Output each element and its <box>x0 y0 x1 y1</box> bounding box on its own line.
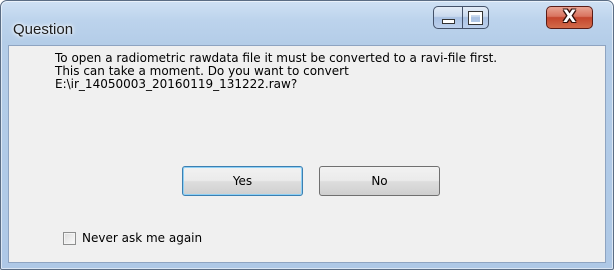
message-line: E:\ir_14050003_20160119_131222.raw? <box>55 77 298 91</box>
window-controls <box>433 6 489 30</box>
close-icon: X <box>562 7 577 27</box>
minimize-icon <box>441 19 455 24</box>
no-button[interactable]: No <box>319 166 440 196</box>
never-ask-option[interactable]: Never ask me again <box>63 231 202 245</box>
message-text: To open a radiometric rawdata file it mu… <box>55 52 595 91</box>
never-ask-checkbox[interactable] <box>63 231 76 245</box>
close-button[interactable]: X <box>546 6 593 29</box>
window-title: Question <box>13 21 74 38</box>
maximize-icon <box>468 10 483 25</box>
close-control-group: X <box>546 6 593 30</box>
never-ask-label[interactable]: Never ask me again <box>82 231 202 245</box>
dialog-window: Question X To open a radiometric rawdata… <box>0 0 614 270</box>
maximize-button[interactable] <box>462 6 489 29</box>
minimize-button[interactable] <box>433 6 462 29</box>
title-bar[interactable]: Question X <box>1 1 613 45</box>
yes-button-label: Yes <box>232 174 253 188</box>
yes-button[interactable]: Yes <box>182 166 303 196</box>
no-button-label: No <box>371 174 388 188</box>
